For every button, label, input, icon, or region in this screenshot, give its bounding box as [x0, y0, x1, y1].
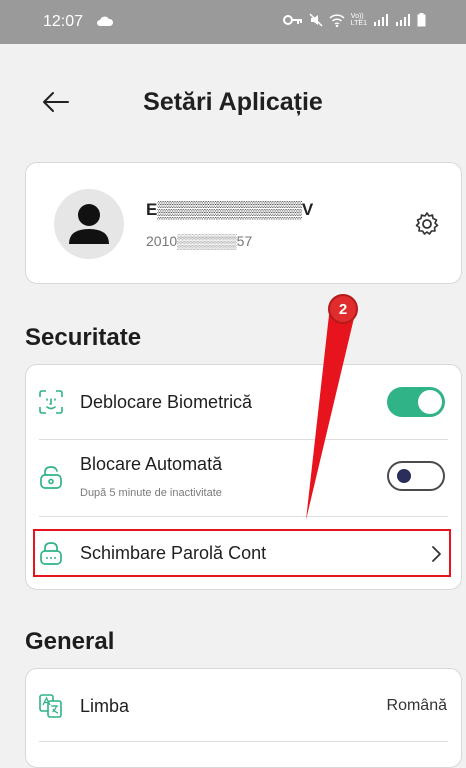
lte-label: Vo)) LTE1	[350, 13, 367, 27]
battery-icon	[417, 13, 426, 27]
language-label: Limba	[80, 696, 130, 716]
signal-icon-2	[396, 14, 410, 26]
divider	[39, 741, 448, 742]
row-autolock[interactable]: Blocare Automată După 5 minute de inacti…	[26, 440, 461, 515]
avatar	[54, 189, 124, 259]
autolock-subtitle: După 5 minute de inactivitate	[80, 487, 222, 499]
page-title: Setări Aplicație	[143, 88, 323, 116]
profile-card[interactable]: E▒▒▒▒▒▒▒▒▒▒▒▒V 2010▒▒▒▒▒▒57	[25, 162, 462, 284]
profile-name: E▒▒▒▒▒▒▒▒▒▒▒▒V	[146, 200, 314, 219]
section-title-general: General	[25, 628, 115, 655]
autolock-toggle[interactable]	[387, 461, 445, 491]
profile-id: 2010▒▒▒▒▒▒57	[146, 233, 253, 249]
mute-icon	[309, 13, 323, 27]
language-icon	[39, 694, 62, 718]
step-badge: 2	[328, 294, 358, 324]
lock-icon	[40, 466, 62, 489]
status-icons: Vo)) LTE1	[282, 13, 426, 27]
general-card: Limba Română	[25, 668, 462, 768]
toggle-knob	[418, 390, 442, 414]
section-title-security: Securitate	[25, 324, 142, 351]
autolock-label: Blocare Automată	[80, 454, 223, 474]
language-value: Română	[386, 697, 447, 714]
wifi-icon	[329, 13, 345, 27]
key-icon	[282, 15, 302, 25]
status-time: 12:07	[43, 13, 84, 30]
signal-icon	[374, 14, 388, 26]
face-id-icon	[39, 390, 63, 414]
cloud-icon	[97, 16, 114, 26]
row-biometric[interactable]: Deblocare Biometrică	[26, 365, 461, 439]
biometric-toggle[interactable]	[387, 387, 445, 417]
row-language[interactable]: Limba Română	[26, 669, 461, 741]
highlight-box	[33, 529, 451, 577]
gear-icon[interactable]	[414, 211, 440, 237]
biometric-label: Deblocare Biometrică	[80, 392, 253, 412]
user-icon	[69, 204, 109, 244]
status-bar: 12:07 Vo)) LTE1	[0, 0, 466, 44]
toggle-knob	[397, 469, 411, 483]
